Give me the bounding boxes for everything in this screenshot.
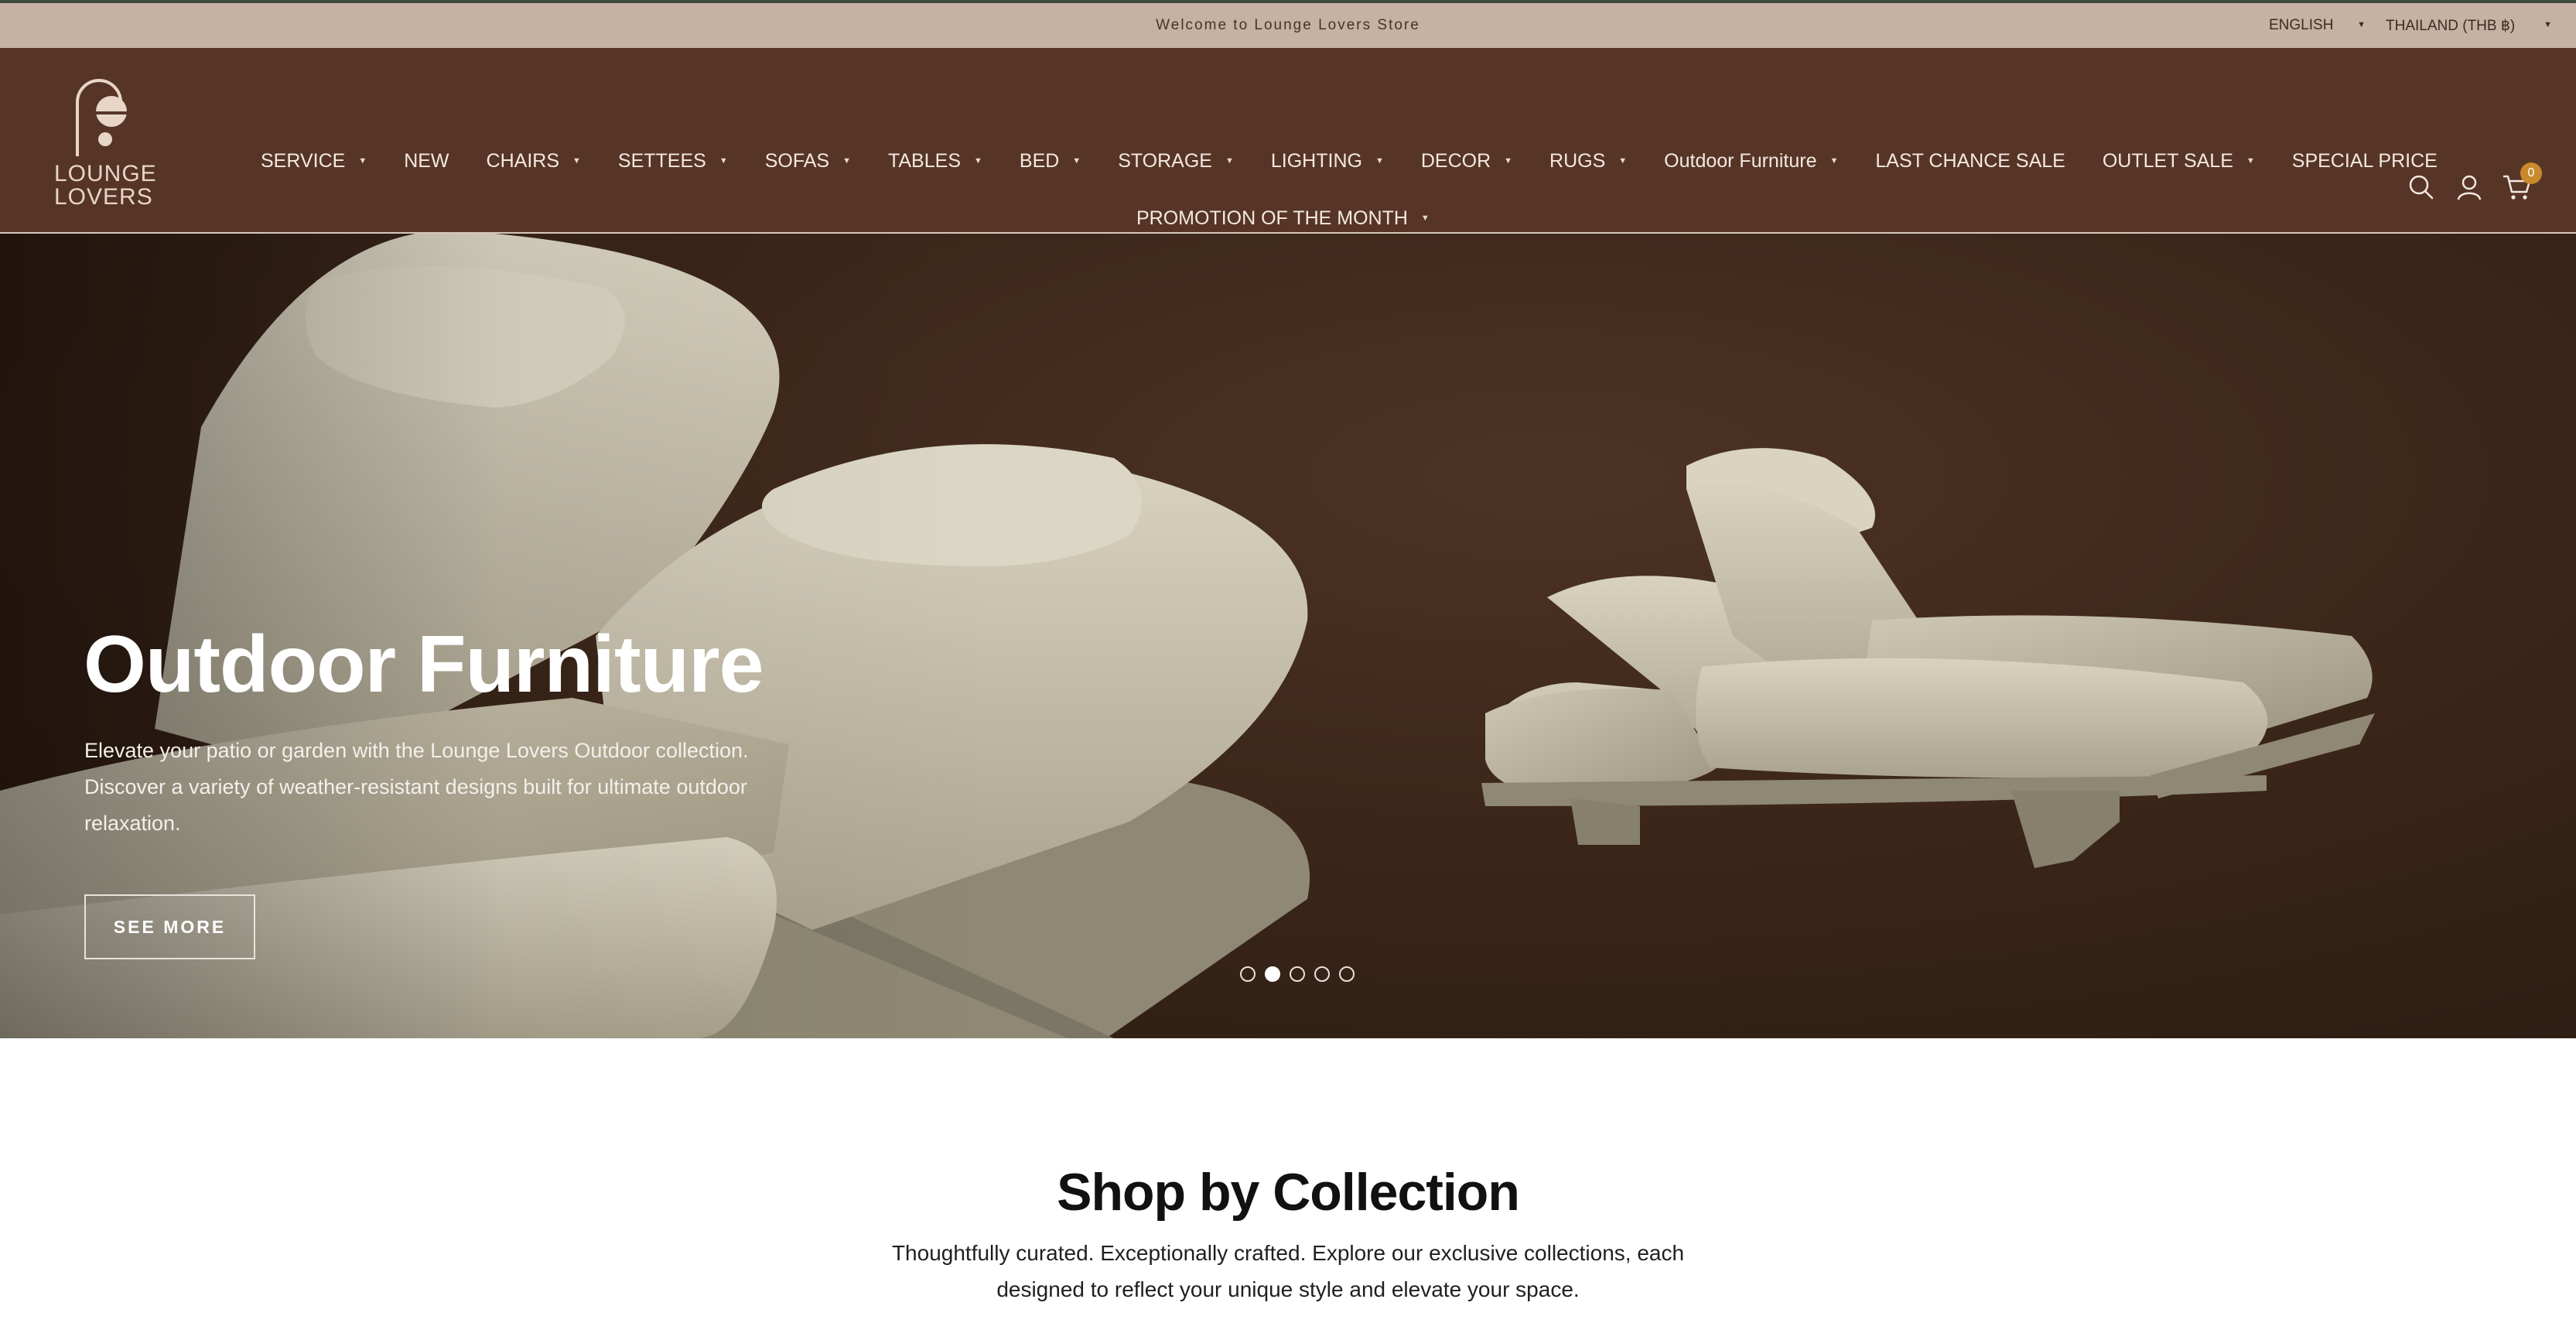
chevron-down-icon: ▼ bbox=[1375, 156, 1384, 166]
chevron-down-icon: ▼ bbox=[842, 156, 851, 166]
chevron-down-icon: ▼ bbox=[358, 156, 367, 166]
nav-item-label: SETTEES bbox=[617, 149, 706, 172]
hero-banner[interactable]: Outdoor Furniture Elevate your patio or … bbox=[0, 234, 2576, 1038]
slider-dot[interactable] bbox=[1339, 966, 1355, 982]
country-label: THAILAND (THB ฿) bbox=[2386, 17, 2516, 34]
nav-item-sofas[interactable]: SOFAS ▼ bbox=[765, 150, 851, 173]
nav-item-label: PROMOTION OF THE MONTH bbox=[1136, 207, 1408, 229]
chevron-down-icon: ▼ bbox=[1225, 156, 1234, 166]
header-icons: 0 bbox=[2406, 162, 2550, 203]
nav-item-label: LIGHTING bbox=[1270, 149, 1362, 172]
chevron-down-icon: ▼ bbox=[2544, 20, 2552, 29]
main-nav-row-1: SERVICE ▼ NEW CHAIRS ▼ SETTEES ▼ SOFAS ▼ TABLES ▼ B… bbox=[261, 142, 2438, 179]
nav-item-label: SERVICE bbox=[261, 149, 346, 172]
collections-title: Shop by Collection bbox=[1057, 1163, 1520, 1222]
chevron-down-icon: ▼ bbox=[974, 156, 982, 166]
collections-subtitle: Thoughtfully curated. Exceptionally craf… bbox=[891, 1241, 1685, 1301]
announcement-bar: Welcome to Lounge Lovers Store ENGLISH ▼… bbox=[0, 0, 2576, 48]
language-selector[interactable]: ENGLISH ▼ bbox=[2269, 3, 2366, 48]
account-icon bbox=[2457, 175, 2482, 200]
account-button[interactable] bbox=[2454, 172, 2485, 203]
nav-item-bed[interactable]: BED ▼ bbox=[1020, 150, 1081, 173]
nav-item-label: DECOR bbox=[1420, 149, 1491, 172]
search-button[interactable] bbox=[2406, 172, 2437, 203]
slider-dot[interactable] bbox=[1240, 966, 1256, 982]
nav-item-label: RUGS bbox=[1549, 149, 1606, 172]
chevron-down-icon: ▼ bbox=[2246, 156, 2255, 166]
nav-item-last-chance-sale[interactable]: LAST CHANCE SALE bbox=[1875, 150, 2065, 173]
nav-item-label: TABLES bbox=[887, 149, 961, 172]
logo-mark-icon bbox=[76, 79, 128, 156]
chevron-down-icon: ▼ bbox=[572, 156, 581, 166]
country-selector[interactable]: THAILAND (THB ฿) ▼ bbox=[2386, 3, 2552, 48]
nav-item-promotion-of-the-month[interactable]: PROMOTION OF THE MONTH ▼ bbox=[1136, 207, 1430, 230]
chevron-down-icon: ▼ bbox=[719, 156, 728, 166]
nav-item-tables[interactable]: TABLES ▼ bbox=[888, 150, 982, 173]
main-nav-row-2: PROMOTION OF THE MONTH ▼ bbox=[1136, 200, 1467, 237]
chevron-down-icon: ▼ bbox=[2357, 20, 2366, 29]
slider-dot[interactable] bbox=[1290, 966, 1305, 982]
nav-item-label: SPECIAL PRICE bbox=[2291, 149, 2438, 172]
chevron-down-icon: ▼ bbox=[1504, 156, 1513, 166]
language-label: ENGLISH bbox=[2269, 17, 2334, 33]
nav-item-label: Outdoor Furniture bbox=[1664, 149, 1817, 172]
logo-wordmark: LOUNGE LOVERS bbox=[54, 161, 157, 210]
nav-item-rugs[interactable]: RUGS ▼ bbox=[1549, 150, 1627, 173]
hero-description: Elevate your patio or garden with the Lo… bbox=[84, 739, 749, 835]
nav-item-label: NEW bbox=[404, 149, 449, 172]
nav-item-outlet-sale[interactable]: OUTLET SALE ▼ bbox=[2103, 150, 2255, 173]
slider-dot[interactable] bbox=[1314, 966, 1330, 982]
nav-item-storage[interactable]: STORAGE ▼ bbox=[1118, 150, 1234, 173]
nav-item-label: BED bbox=[1019, 149, 1060, 172]
nav-item-chairs[interactable]: CHAIRS ▼ bbox=[487, 150, 581, 173]
logo-line-1: LOUNGE bbox=[54, 161, 157, 186]
chevron-down-icon: ▼ bbox=[1830, 156, 1839, 166]
nav-item-new[interactable]: NEW bbox=[404, 150, 449, 173]
logo[interactable]: LOUNGE LOVERS bbox=[54, 71, 157, 210]
nav-item-special-price[interactable]: SPECIAL PRICE bbox=[2292, 150, 2438, 173]
site-header: LOUNGE LOVERS SERVICE ▼ NEW CHAIRS ▼ SETTEES ▼… bbox=[0, 48, 2576, 234]
slider-pagination bbox=[1240, 966, 1364, 982]
nav-item-service[interactable]: SERVICE ▼ bbox=[261, 150, 367, 173]
nav-item-decor[interactable]: DECOR ▼ bbox=[1421, 150, 1512, 173]
logo-line-2: LOVERS bbox=[54, 184, 153, 210]
nav-item-settees[interactable]: SETTEES ▼ bbox=[618, 150, 728, 173]
nav-item-label: STORAGE bbox=[1118, 149, 1212, 172]
slider-dot[interactable] bbox=[1265, 966, 1280, 982]
see-more-button[interactable]: SEE MORE bbox=[84, 894, 255, 959]
nav-item-label: LAST CHANCE SALE bbox=[1875, 149, 2065, 172]
announcement-message: Welcome to Lounge Lovers Store bbox=[1156, 17, 1420, 33]
hero-title: Outdoor Furniture bbox=[84, 620, 764, 709]
chevron-down-icon: ▼ bbox=[1618, 156, 1628, 166]
search-icon bbox=[2409, 175, 2434, 200]
nav-item-outdoor-furniture[interactable]: Outdoor Furniture ▼ bbox=[1664, 150, 1838, 173]
nav-item-lighting[interactable]: LIGHTING ▼ bbox=[1271, 150, 1384, 173]
cart-count-badge: 0 bbox=[2520, 162, 2542, 184]
nav-item-label: SOFAS bbox=[764, 149, 830, 172]
chevron-down-icon: ▼ bbox=[1072, 156, 1081, 166]
nav-item-label: CHAIRS bbox=[486, 149, 559, 172]
chevron-down-icon: ▼ bbox=[1420, 214, 1430, 223]
nav-item-label: OUTLET SALE bbox=[2102, 149, 2233, 172]
cart-button[interactable]: 0 bbox=[2502, 162, 2542, 203]
